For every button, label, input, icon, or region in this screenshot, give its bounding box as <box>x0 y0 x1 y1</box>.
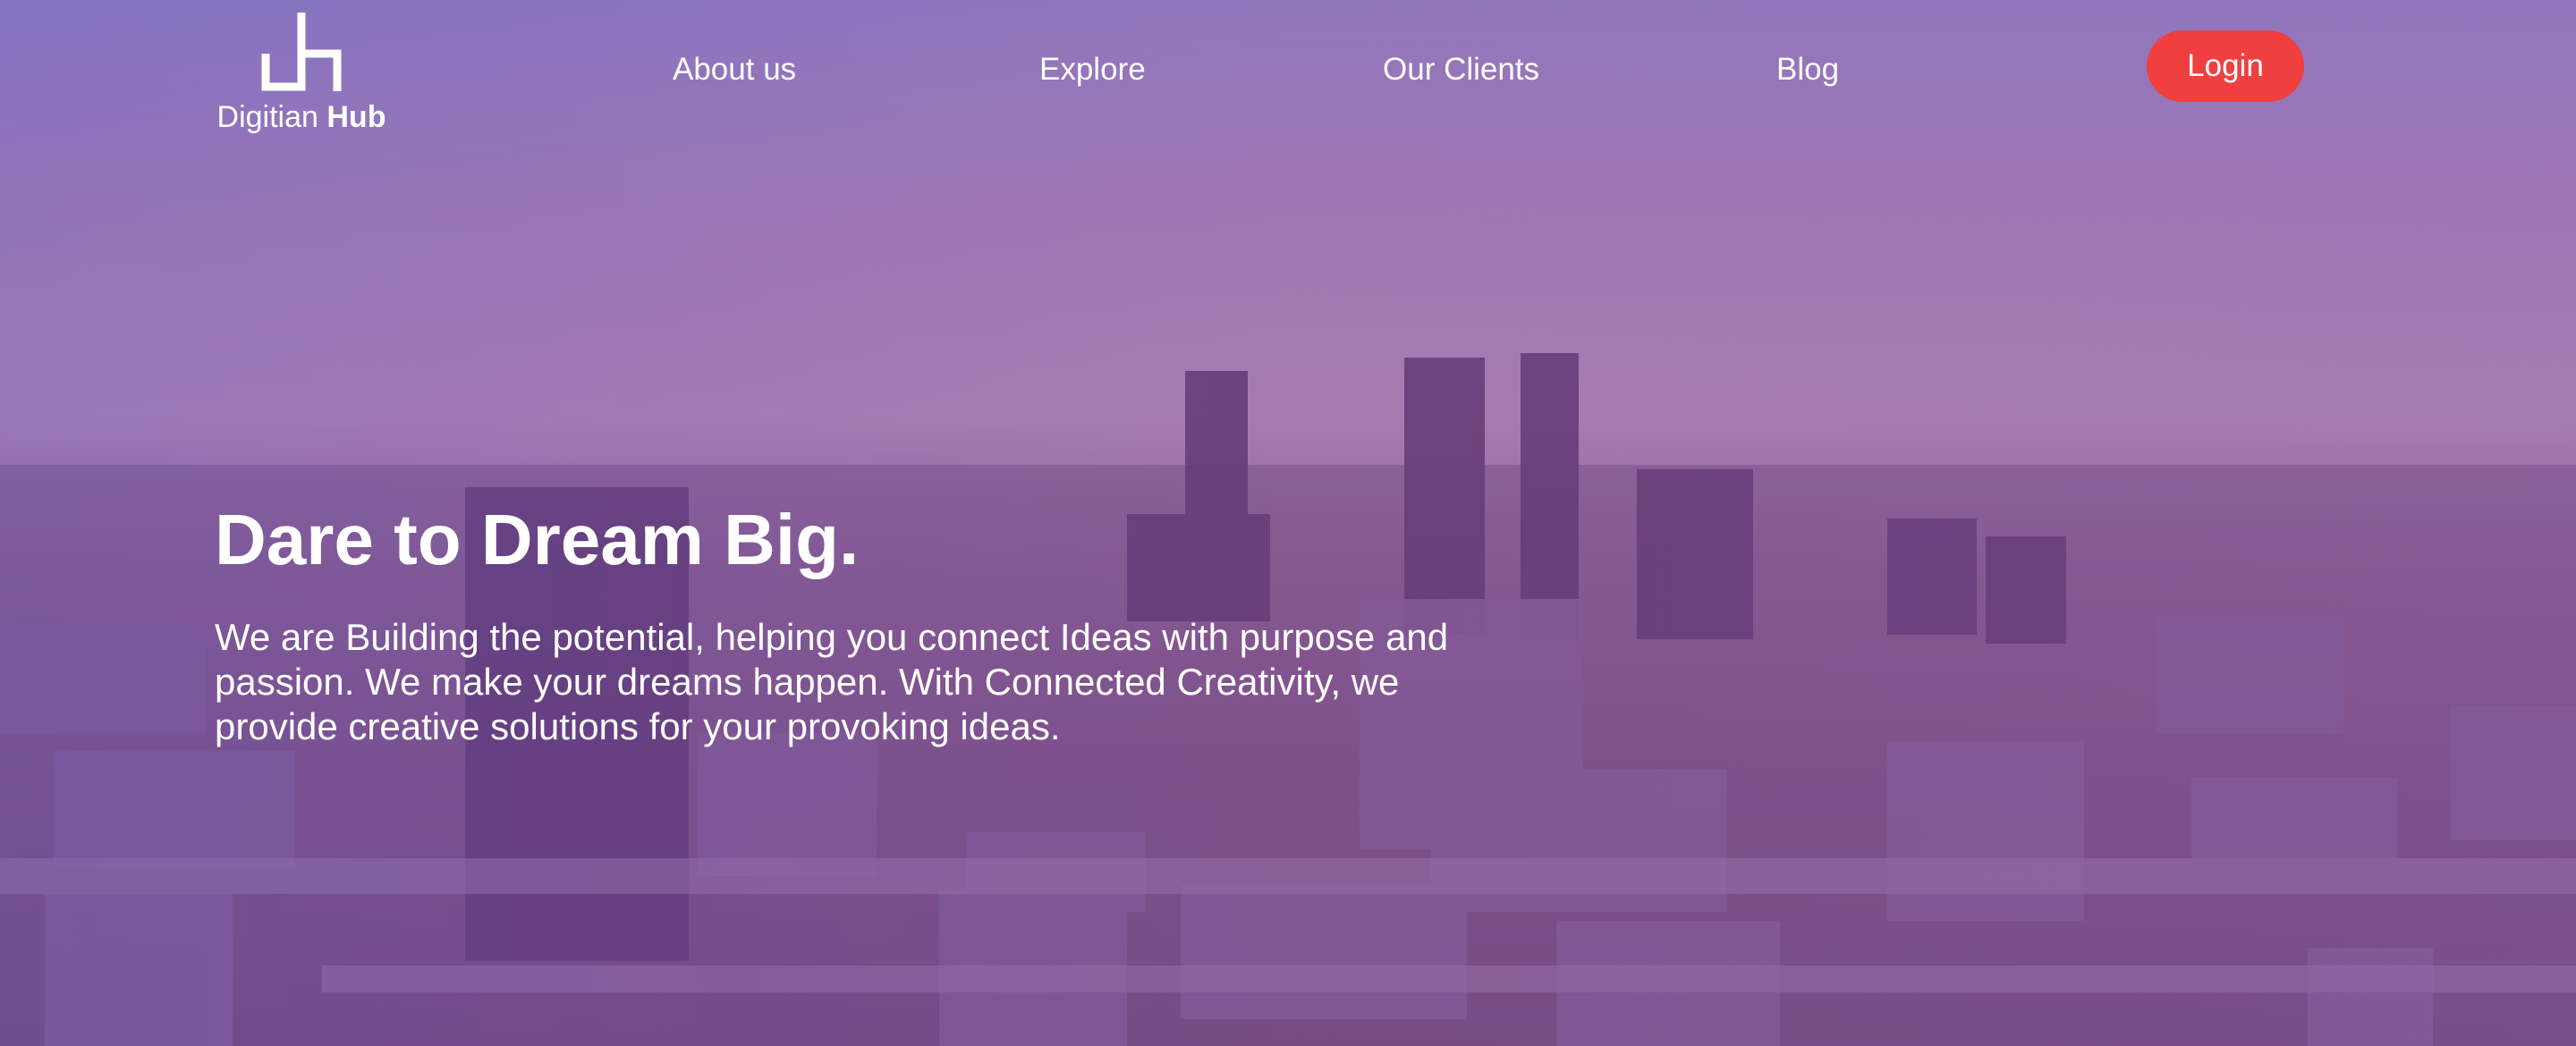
brand-name: Digitian Hub <box>208 100 395 135</box>
brand-logo[interactable]: Digitian Hub <box>208 11 395 135</box>
login-button[interactable]: Login <box>2147 30 2304 102</box>
nav-blog[interactable]: Blog <box>1776 52 1839 88</box>
brand-name-regular: Digitian <box>216 100 318 134</box>
brand-name-bold: Hub <box>326 100 386 134</box>
nav-explore[interactable]: Explore <box>1039 52 1146 88</box>
nav-our-clients[interactable]: Our Clients <box>1383 52 1539 88</box>
dh-monogram-icon <box>261 13 342 91</box>
hero-description: We are Building the potential, helping y… <box>215 616 1449 747</box>
nav-about-us[interactable]: About us <box>673 52 796 88</box>
hero-title: Dare to Dream Big. <box>215 500 860 579</box>
